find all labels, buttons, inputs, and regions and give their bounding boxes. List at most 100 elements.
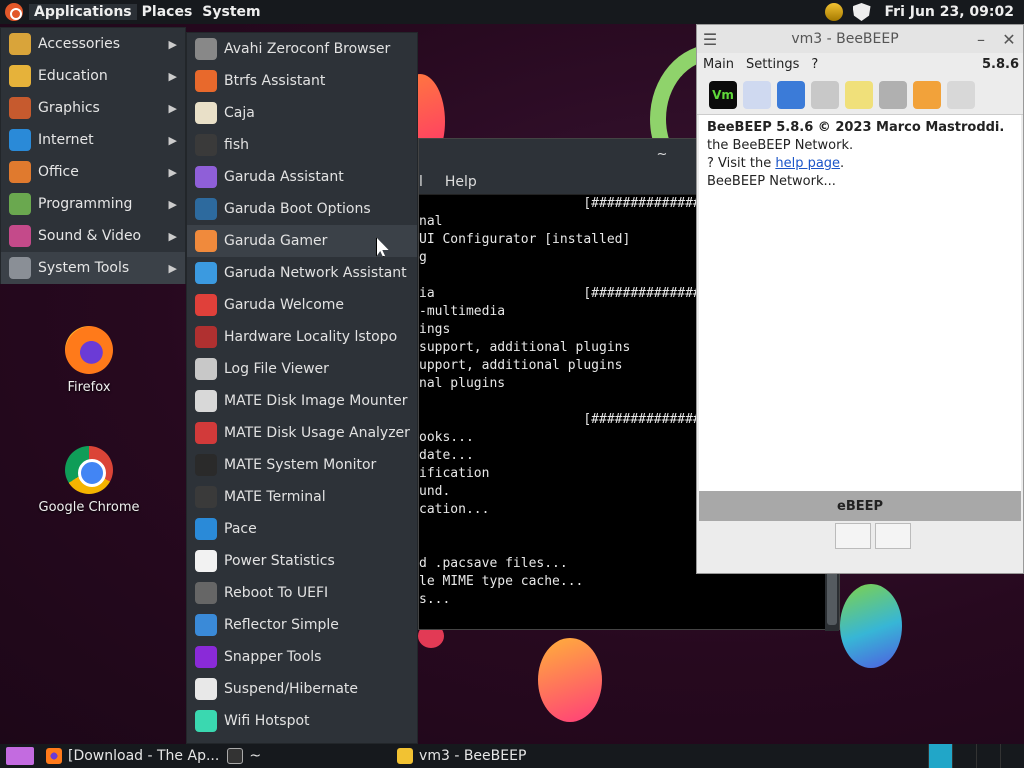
- wallpaper-blob: [840, 584, 902, 668]
- workspace-3[interactable]: [976, 744, 1000, 768]
- menu-terminal[interactable]: l: [419, 174, 427, 190]
- app-icon: [195, 198, 217, 220]
- app-icon: [195, 550, 217, 572]
- menu-item[interactable]: MATE Terminal: [187, 481, 417, 513]
- clock[interactable]: Fri Jun 23, 09:02: [885, 4, 1015, 20]
- category-item[interactable]: Office ▶: [1, 156, 185, 188]
- menu-help[interactable]: ?: [805, 57, 824, 72]
- window-menu-icon[interactable]: ☰: [697, 30, 723, 49]
- category-label: Sound & Video: [38, 228, 142, 244]
- app-icon: [195, 262, 217, 284]
- workspace-4[interactable]: [1000, 744, 1024, 768]
- menu-item[interactable]: MATE Disk Image Mounter: [187, 385, 417, 417]
- category-item[interactable]: Internet ▶: [1, 124, 185, 156]
- system-menu[interactable]: System: [197, 4, 265, 20]
- category-icon: [9, 257, 31, 279]
- menu-help[interactable]: Help: [445, 174, 481, 190]
- info-text: ? Visit the help page.: [707, 156, 845, 171]
- system-tools-submenu: Avahi Zeroconf Browser Btrfs Assistant Caj…: [186, 32, 418, 744]
- version-label: 5.8.6: [981, 56, 1019, 72]
- task-firefox[interactable]: [Download - The Ap...: [46, 744, 227, 768]
- menu-item[interactable]: Btrfs Assistant: [187, 65, 417, 97]
- menu-item[interactable]: Power Statistics: [187, 545, 417, 577]
- category-item[interactable]: System Tools ▶: [1, 252, 185, 284]
- category-item[interactable]: Accessories ▶: [1, 28, 185, 60]
- menu-item[interactable]: Log File Viewer: [187, 353, 417, 385]
- show-desktop-button[interactable]: [6, 747, 34, 765]
- applications-category-menu: Accessories ▶ Education ▶ Graphics ▶ Internet ▶…: [0, 27, 186, 284]
- close-button[interactable]: ✕: [995, 30, 1023, 49]
- desktop-icon-label: Firefox: [67, 380, 111, 395]
- menu-item[interactable]: Avahi Zeroconf Browser: [187, 33, 417, 65]
- menu-item-label: Garuda Assistant: [224, 169, 344, 185]
- app-icon: [195, 710, 217, 732]
- category-item[interactable]: Programming ▶: [1, 188, 185, 220]
- menu-item-label: Wifi Hotspot: [224, 713, 310, 729]
- menu-item[interactable]: Hardware Locality lstopo: [187, 321, 417, 353]
- menu-item[interactable]: Caja: [187, 97, 417, 129]
- workspace-2[interactable]: [952, 744, 976, 768]
- applications-menu[interactable]: Applications: [29, 4, 137, 20]
- menu-item-label: MATE System Monitor: [224, 457, 377, 473]
- category-item[interactable]: Graphics ▶: [1, 92, 185, 124]
- app-icon: [195, 102, 217, 124]
- update-icon[interactable]: [913, 80, 941, 109]
- task-terminal[interactable]: ~: [227, 744, 269, 768]
- menu-item[interactable]: Suspend/Hibernate: [187, 673, 417, 705]
- inbox-icon[interactable]: [811, 80, 839, 109]
- menu-item-label: Avahi Zeroconf Browser: [224, 41, 391, 57]
- edit-profile-icon[interactable]: [743, 80, 771, 109]
- menu-item[interactable]: Garuda Welcome: [187, 289, 417, 321]
- menu-item[interactable]: Pace: [187, 513, 417, 545]
- note-icon[interactable]: [845, 80, 873, 109]
- help-page-link[interactable]: help page: [775, 156, 840, 171]
- users-icon[interactable]: [835, 523, 871, 549]
- desktop-icon-firefox[interactable]: Firefox: [34, 326, 144, 395]
- category-item[interactable]: Sound & Video ▶: [1, 220, 185, 252]
- network-icon[interactable]: [777, 80, 805, 109]
- chat-icon[interactable]: [875, 523, 911, 549]
- menu-item[interactable]: Snapper Tools: [187, 641, 417, 673]
- menu-item[interactable]: Garuda Boot Options: [187, 193, 417, 225]
- menu-settings[interactable]: Settings: [740, 57, 805, 72]
- category-icon: [9, 161, 31, 183]
- window-title: vm3 - BeeBEEP: [791, 31, 899, 47]
- menu-item-label: MATE Disk Usage Analyzer: [224, 425, 410, 441]
- app-icon: [195, 614, 217, 636]
- menu-item[interactable]: Reboot To UEFI: [187, 577, 417, 609]
- chevron-right-icon: ▶: [168, 101, 177, 115]
- places-menu[interactable]: Places: [137, 4, 198, 20]
- beebeep-tray-icon[interactable]: [824, 3, 843, 21]
- menu-item[interactable]: Garuda Network Assistant: [187, 257, 417, 289]
- task-beebeep[interactable]: vm3 - BeeBEEP: [397, 744, 534, 768]
- tools-icon[interactable]: [879, 80, 907, 109]
- minimize-button[interactable]: –: [967, 30, 995, 49]
- menu-item[interactable]: MATE Disk Usage Analyzer: [187, 417, 417, 449]
- menu-main[interactable]: Main: [697, 57, 740, 72]
- menu-item[interactable]: Reflector Simple: [187, 609, 417, 641]
- desktop-icon-chrome[interactable]: Google Chrome: [34, 446, 144, 515]
- app-icon: [195, 422, 217, 444]
- info-text: the BeeBEEP Network.: [707, 138, 854, 153]
- workspace-1[interactable]: [928, 744, 952, 768]
- info-text: BeeBEEP Network...: [707, 174, 836, 189]
- menu-item[interactable]: Wifi Hotspot: [187, 705, 417, 737]
- trash-icon[interactable]: [947, 80, 975, 109]
- app-icon: [195, 326, 217, 348]
- vm-status-button[interactable]: Vm: [709, 80, 737, 109]
- menu-item[interactable]: MATE System Monitor: [187, 449, 417, 481]
- category-label: System Tools: [38, 260, 130, 276]
- chevron-right-icon: ▶: [168, 165, 177, 179]
- beebeep-window: ☰ vm3 - BeeBEEP – ✕ Main Settings ? 5.8.…: [696, 24, 1024, 574]
- shield-icon[interactable]: [852, 3, 871, 21]
- info-heading: BeeBEEP 5.8.6 © 2023 Marco Mastroddi.: [707, 120, 1005, 135]
- category-icon: [9, 97, 31, 119]
- workspace-switcher: [928, 744, 1024, 768]
- beebeep-titlebar[interactable]: ☰ vm3 - BeeBEEP – ✕: [697, 25, 1023, 53]
- category-label: Programming: [38, 196, 133, 212]
- menu-item[interactable]: Garuda Assistant: [187, 161, 417, 193]
- beebeep-bottom-bar: [697, 521, 1023, 551]
- menu-item-label: MATE Disk Image Mounter: [224, 393, 408, 409]
- category-item[interactable]: Education ▶: [1, 60, 185, 92]
- menu-item[interactable]: fish: [187, 129, 417, 161]
